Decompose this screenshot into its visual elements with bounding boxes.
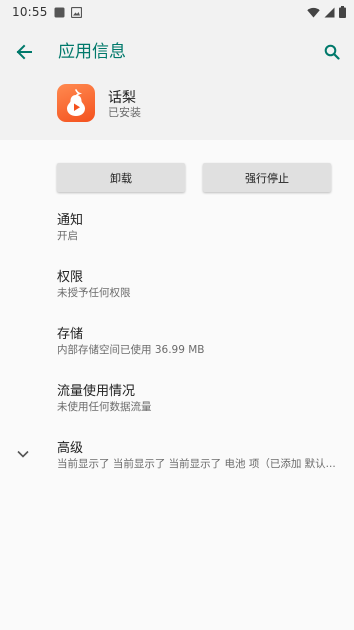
page-title: 应用信息 — [58, 42, 126, 62]
notification-icon — [54, 7, 65, 17]
pref-summary: 当前显示了 当前显示了 当前显示了 电池 项（已添加 默认... — [57, 458, 336, 470]
pref-title: 权限 — [57, 270, 84, 285]
app-header: 话梨 已安装 — [0, 80, 354, 140]
app-bar: 应用信息 — [0, 24, 354, 80]
pref-summary: 内部存储空间已使用 36.99 MB — [57, 344, 205, 356]
app-install-status: 已安装 — [108, 106, 141, 119]
pref-storage[interactable]: 存储 内部存储空间已使用 36.99 MB — [57, 326, 347, 358]
status-bar: 10:55 — [0, 0, 354, 24]
search-icon — [324, 44, 340, 60]
force-stop-button[interactable]: 强行停止 — [203, 163, 331, 192]
pref-title: 存储 — [57, 327, 84, 342]
pref-notifications[interactable]: 通知 开启 — [57, 212, 347, 244]
pref-summary: 未使用任何数据流量 — [57, 401, 152, 413]
uninstall-button[interactable]: 卸载 — [57, 163, 185, 192]
status-right — [307, 6, 346, 18]
back-button[interactable] — [12, 40, 36, 64]
app-icon — [57, 84, 95, 122]
pref-summary: 开启 — [57, 230, 78, 242]
pref-title: 通知 — [57, 213, 84, 228]
wifi-icon — [307, 7, 320, 17]
status-time: 10:55 — [12, 5, 48, 19]
pear-play-icon — [67, 89, 85, 116]
search-button[interactable] — [320, 40, 344, 64]
battery-icon — [339, 6, 346, 18]
arrow-back-icon — [16, 44, 32, 60]
pref-advanced[interactable]: 高级 当前显示了 当前显示了 当前显示了 电池 项（已添加 默认... — [57, 440, 347, 472]
pref-summary: 未授予任何权限 — [57, 287, 131, 299]
signal-icon — [324, 7, 335, 17]
pref-permissions[interactable]: 权限 未授予任何权限 — [57, 269, 347, 301]
expand-advanced-button[interactable] — [15, 446, 31, 462]
chevron-down-icon — [17, 450, 29, 458]
pref-title: 流量使用情况 — [57, 384, 136, 399]
pref-title: 高级 — [57, 441, 84, 456]
status-left: 10:55 — [12, 5, 82, 19]
image-notification-icon — [70, 6, 82, 18]
pref-data-usage[interactable]: 流量使用情况 未使用任何数据流量 — [57, 383, 347, 415]
